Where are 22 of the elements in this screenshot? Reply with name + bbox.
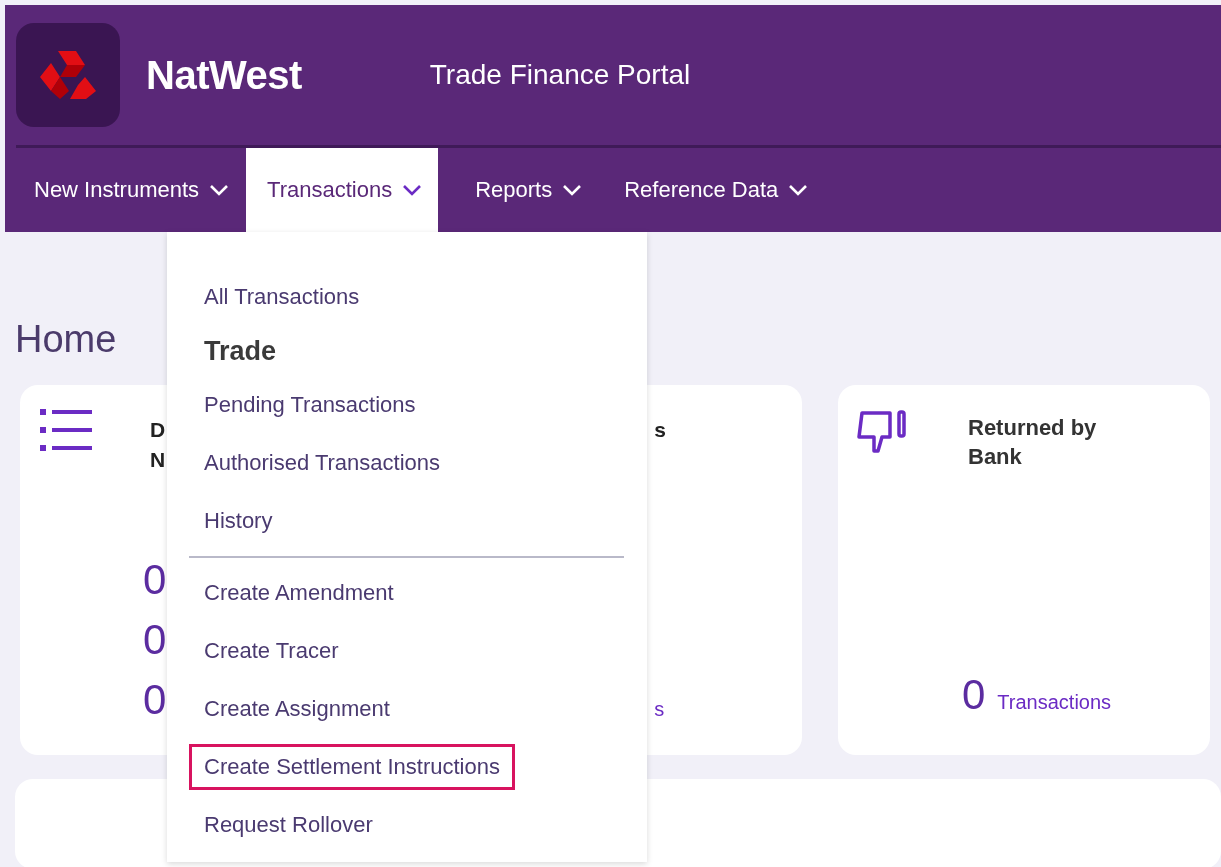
page-title: Home (15, 317, 117, 361)
nav-tab[interactable]: Transactions (246, 148, 439, 232)
count-number: 0 (143, 675, 167, 725)
card-title: s (654, 417, 666, 443)
chevron-down-icon (562, 184, 583, 196)
chevron-down-icon (402, 184, 423, 196)
portal-title: Trade Finance Portal (429, 59, 691, 91)
card-title: D (150, 417, 167, 443)
count-number: 0 (143, 555, 167, 605)
count-number: 0 (962, 670, 986, 720)
menu-heading: Trade (203, 335, 278, 368)
count-number: 0 (143, 615, 167, 665)
chevron-down-icon (788, 184, 809, 196)
transactions-link[interactable]: Transactions (997, 691, 1112, 714)
list-icon (40, 407, 94, 453)
chevron-down-icon (209, 184, 230, 196)
menu-item[interactable]: Create Settlement Instructions (189, 744, 515, 790)
card-title: N (150, 447, 167, 473)
transactions-link[interactable]: s (654, 698, 666, 721)
card-title: Returned by Bank (968, 414, 1098, 471)
brand-name: NatWest (146, 52, 302, 98)
logo-icon[interactable] (16, 23, 120, 127)
